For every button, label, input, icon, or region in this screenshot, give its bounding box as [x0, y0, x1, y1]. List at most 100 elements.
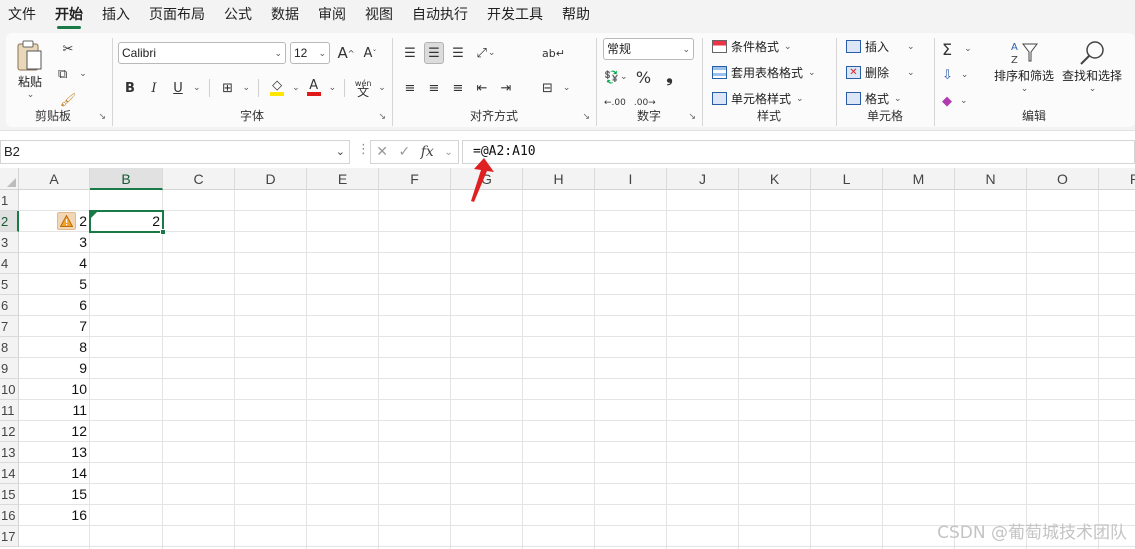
- tab-insert[interactable]: 插入: [102, 0, 130, 30]
- column-header-o[interactable]: O: [1027, 168, 1099, 190]
- row-header-14[interactable]: 14: [0, 463, 19, 484]
- align-center-icon[interactable]: ≡: [424, 77, 444, 99]
- align-right-icon[interactable]: ≡: [448, 77, 468, 99]
- align-left-icon[interactable]: ≡: [400, 77, 420, 99]
- percent-icon[interactable]: %: [634, 66, 654, 88]
- cell-a5[interactable]: 5: [19, 274, 90, 295]
- shrink-font-button[interactable]: Aˇ: [360, 42, 380, 64]
- column-header-n[interactable]: N: [955, 168, 1027, 190]
- insert-function-button[interactable]: fx: [421, 144, 434, 160]
- fill-color-icon[interactable]: ◇: [267, 77, 287, 99]
- tab-view[interactable]: 视图: [365, 0, 393, 30]
- dialog-launcher-icon[interactable]: ↘: [688, 112, 696, 122]
- format-as-table-button[interactable]: 套用表格格式 ⌄: [712, 64, 816, 81]
- align-top-icon[interactable]: ☰: [400, 42, 420, 64]
- dialog-launcher-icon[interactable]: ↘: [98, 112, 106, 122]
- row-header-13[interactable]: 13: [0, 442, 19, 463]
- tab-file[interactable]: 文件: [8, 0, 36, 30]
- row-header-4[interactable]: 4: [0, 253, 19, 274]
- grow-font-button[interactable]: A ^: [336, 42, 356, 64]
- conditional-format-button[interactable]: 条件格式 ⌄: [712, 38, 792, 55]
- column-header-c[interactable]: C: [163, 168, 235, 190]
- chevron-down-icon[interactable]: ⌄: [318, 43, 326, 63]
- chevron-down-icon[interactable]: ⌄: [329, 83, 337, 93]
- accounting-format-icon[interactable]: 💱 ⌄: [604, 66, 628, 88]
- column-header-k[interactable]: K: [739, 168, 811, 190]
- column-header-a[interactable]: A: [19, 168, 90, 190]
- chevron-down-icon[interactable]: ⌄: [336, 141, 345, 163]
- font-name-combo[interactable]: Calibri ⌄: [118, 42, 286, 64]
- decrease-indent-icon[interactable]: ⇤: [472, 77, 492, 99]
- tab-developer[interactable]: 开发工具: [487, 0, 543, 30]
- column-header-b[interactable]: B: [90, 168, 163, 190]
- row-header-6[interactable]: 6: [0, 295, 19, 316]
- cell-b2[interactable]: 2: [90, 211, 163, 232]
- row-header-3[interactable]: 3: [0, 232, 19, 253]
- bold-button[interactable]: B: [120, 77, 140, 99]
- chevron-down-icon[interactable]: ⌄: [378, 83, 386, 93]
- cut-icon[interactable]: ✂: [58, 38, 78, 60]
- cell-a10[interactable]: 10: [19, 379, 90, 400]
- underline-button[interactable]: U: [168, 77, 188, 99]
- cell-a12[interactable]: 12: [19, 421, 90, 442]
- tab-review[interactable]: 审阅: [318, 0, 346, 30]
- chevron-down-icon[interactable]: ⌄: [193, 83, 201, 93]
- cell-styles-button[interactable]: 单元格样式 ⌄: [712, 90, 804, 107]
- cell-a11[interactable]: 11: [19, 400, 90, 421]
- chevron-down-icon[interactable]: ⌄: [444, 147, 452, 158]
- name-box[interactable]: B2 ⌄: [0, 140, 350, 164]
- merge-center-icon[interactable]: ⊟ ⌄: [542, 77, 570, 99]
- find-select-button[interactable]: 查找和选择 ⌄: [1060, 39, 1124, 94]
- italic-button[interactable]: I: [144, 77, 164, 99]
- tab-home[interactable]: 开始: [55, 0, 83, 30]
- cell-a4[interactable]: 4: [19, 253, 90, 274]
- cell-a8[interactable]: 8: [19, 337, 90, 358]
- chevron-down-icon[interactable]: ⌄: [274, 43, 282, 63]
- cell-a6[interactable]: 6: [19, 295, 90, 316]
- column-header-l[interactable]: L: [811, 168, 883, 190]
- row-header-1[interactable]: 1: [0, 190, 19, 211]
- row-header-15[interactable]: 15: [0, 484, 19, 505]
- column-header-p[interactable]: P: [1099, 168, 1135, 190]
- row-header-11[interactable]: 11: [0, 400, 19, 421]
- row-header-17[interactable]: 17: [0, 526, 19, 547]
- increase-indent-icon[interactable]: ⇥: [496, 77, 516, 99]
- row-header-8[interactable]: 8: [0, 337, 19, 358]
- autosum-icon[interactable]: Σ ⌄: [942, 38, 972, 60]
- tab-page-layout[interactable]: 页面布局: [149, 0, 205, 30]
- align-middle-icon[interactable]: ☰: [424, 42, 444, 64]
- wrap-text-icon[interactable]: ab↵: [542, 42, 565, 64]
- cell-a7[interactable]: 7: [19, 316, 90, 337]
- column-header-h[interactable]: H: [523, 168, 595, 190]
- orientation-icon[interactable]: ⤢ ⌄: [476, 42, 496, 64]
- number-format-combo[interactable]: 常规 ⌄: [603, 38, 694, 60]
- phonetic-guide-icon[interactable]: wén 文: [353, 77, 373, 99]
- cell-a16[interactable]: 16: [19, 505, 90, 526]
- delete-cells-button[interactable]: ✕ 删除 ⌄: [846, 64, 915, 81]
- row-header-12[interactable]: 12: [0, 421, 19, 442]
- font-color-icon[interactable]: A: [304, 77, 324, 99]
- cell-a3[interactable]: 3: [19, 232, 90, 253]
- border-icon[interactable]: ⊞: [218, 77, 238, 99]
- row-header-7[interactable]: 7: [0, 316, 19, 337]
- copy-icon[interactable]: ⧉ ⌄: [58, 63, 87, 85]
- cell-a13[interactable]: 13: [19, 442, 90, 463]
- error-warning-icon[interactable]: [57, 212, 76, 230]
- select-all-button[interactable]: [0, 168, 19, 190]
- cancel-icon[interactable]: ✕: [376, 144, 388, 160]
- tab-automate[interactable]: 自动执行: [412, 0, 468, 30]
- cell-a14[interactable]: 14: [19, 463, 90, 484]
- sort-filter-button[interactable]: A Z 排序和筛选 ⌄: [992, 39, 1056, 94]
- formula-input[interactable]: =@A2:A10: [462, 140, 1135, 164]
- cell-a9[interactable]: 9: [19, 358, 90, 379]
- font-size-combo[interactable]: 12 ⌄: [290, 42, 330, 64]
- dialog-launcher-icon[interactable]: ↘: [378, 112, 386, 122]
- comma-style-icon[interactable]: ❟: [660, 66, 680, 88]
- chevron-down-icon[interactable]: ⌄: [243, 83, 251, 93]
- cell-a15[interactable]: 15: [19, 484, 90, 505]
- paste-button[interactable]: 粘贴 ⌄: [12, 39, 48, 100]
- format-cells-button[interactable]: 格式 ⌄: [846, 90, 902, 107]
- row-header-9[interactable]: 9: [0, 358, 19, 379]
- column-header-j[interactable]: J: [667, 168, 739, 190]
- column-header-f[interactable]: F: [379, 168, 451, 190]
